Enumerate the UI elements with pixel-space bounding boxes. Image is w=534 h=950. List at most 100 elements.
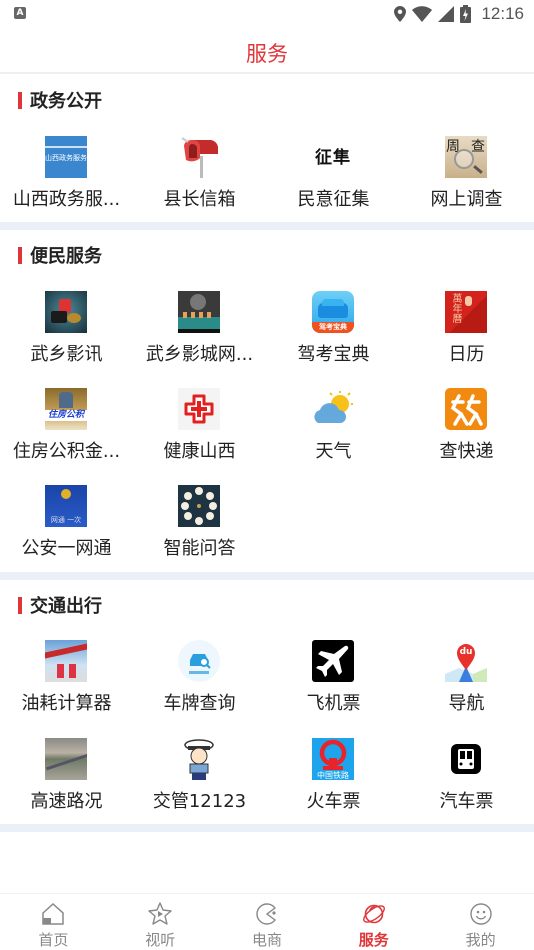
service-item-cinema[interactable]: 武乡影城网... xyxy=(133,291,266,375)
section-title: 交通出行 xyxy=(30,596,102,617)
item-label: 导航 xyxy=(448,693,485,714)
status-time: 12:16 xyxy=(481,4,524,23)
item-label: 车牌查询 xyxy=(163,693,236,714)
nav-video[interactable]: 视听 xyxy=(107,894,214,950)
section-divider xyxy=(0,572,534,580)
service-item-flight[interactable]: 飞机票 xyxy=(267,640,400,724)
express-tracking-icon xyxy=(445,388,487,430)
highway-icon xyxy=(45,738,87,780)
service-item-police[interactable]: 网通 一次 公安一网通 xyxy=(0,485,133,569)
map-navigation-icon: du xyxy=(445,640,487,682)
section-header-transport: 交通出行 xyxy=(18,594,102,617)
movie-news-icon xyxy=(45,291,87,333)
section-header-convenience: 便民服务 xyxy=(18,244,102,267)
online-survey-icon: 周 查 xyxy=(445,136,487,178)
nav-profile[interactable]: 我的 xyxy=(427,894,534,950)
driving-test-icon: 驾考宝典 xyxy=(312,291,354,333)
service-item-plate-query[interactable]: 车牌查询 xyxy=(133,640,266,724)
service-item-opinion[interactable]: 征隼 民意征集 xyxy=(267,136,400,220)
nav-home[interactable]: 首页 xyxy=(0,894,107,950)
item-label: 油耗计算器 xyxy=(21,693,112,714)
service-item-weather[interactable]: 天气 xyxy=(267,388,400,472)
item-label: 交管12123 xyxy=(152,791,247,812)
opinion-collection-icon: 征隼 xyxy=(315,148,351,168)
service-item-traffic-12123[interactable]: 交管12123 xyxy=(133,738,266,822)
bottom-nav: 首页 视听 电商 服务 我的 xyxy=(0,893,534,950)
service-item-navigation[interactable]: du 导航 xyxy=(400,640,533,724)
item-label: 网上调查 xyxy=(430,189,503,210)
service-item-shanxi-gov[interactable]: 山西政务服务 山西政务服... xyxy=(0,136,133,220)
smart-qa-icon xyxy=(178,485,220,527)
bus-icon xyxy=(445,738,487,780)
smiley-profile-icon xyxy=(469,903,492,925)
nav-label: 电商 xyxy=(251,931,282,949)
service-item-driving-test[interactable]: 驾考宝典 驾考宝典 xyxy=(267,291,400,375)
signal-icon xyxy=(438,6,455,22)
item-label: 山西政务服... xyxy=(12,189,121,210)
nav-shop[interactable]: 电商 xyxy=(214,894,321,950)
item-label: 武乡影讯 xyxy=(30,344,103,365)
item-label: 健康山西 xyxy=(163,441,236,462)
item-label: 天气 xyxy=(315,441,352,462)
section-divider xyxy=(0,824,534,832)
service-item-train[interactable]: 中国铁路 火车票 xyxy=(267,738,400,822)
item-label: 驾考宝典 xyxy=(297,344,370,365)
shanxi-gov-service-icon: 山西政务服务 xyxy=(45,136,87,178)
item-label: 武乡影城网... xyxy=(145,344,254,365)
item-label: 公安一网通 xyxy=(21,538,112,559)
wifi-icon xyxy=(412,6,433,22)
item-label: 查快递 xyxy=(439,441,494,462)
service-item-smart-qa[interactable]: 智能问答 xyxy=(133,485,266,569)
item-label: 住房公积金... xyxy=(12,441,121,462)
service-item-express[interactable]: 查快递 xyxy=(400,388,533,472)
location-icon xyxy=(394,6,407,22)
item-label: 高速路况 xyxy=(30,791,103,812)
traffic-police-icon xyxy=(178,738,220,780)
item-label: 火车票 xyxy=(306,791,361,812)
service-item-housing-fund[interactable]: 住房公积 住房公积金... xyxy=(0,388,133,472)
service-item-highway[interactable]: 高速路况 xyxy=(0,738,133,822)
service-item-calendar[interactable]: 萬年曆 日历 xyxy=(400,291,533,375)
section-accent-bar xyxy=(18,91,22,109)
cinema-icon xyxy=(178,291,220,333)
item-label: 飞机票 xyxy=(306,693,361,714)
health-cross-icon xyxy=(178,388,220,430)
section-accent-bar xyxy=(18,246,22,264)
nav-label: 首页 xyxy=(38,931,69,949)
item-label: 县长信箱 xyxy=(163,189,236,210)
service-item-fuel-calc[interactable]: 油耗计算器 xyxy=(0,640,133,724)
service-item-bus[interactable]: 汽车票 xyxy=(400,738,533,822)
service-item-movie-news[interactable]: 武乡影讯 xyxy=(0,291,133,375)
status-icons: 12:16 xyxy=(394,3,524,25)
calendar-icon: 萬年曆 xyxy=(445,291,487,333)
title-bar: 服务 xyxy=(0,28,534,74)
police-badge-icon: 网通 一次 xyxy=(45,485,87,527)
airplane-icon xyxy=(312,640,354,682)
section-title: 政务公开 xyxy=(30,91,102,112)
item-label: 民意征集 xyxy=(297,189,370,210)
shop-pacman-icon xyxy=(256,903,276,925)
nav-label: 服务 xyxy=(358,931,389,949)
video-star-icon xyxy=(148,902,172,925)
service-item-survey[interactable]: 周 查 网上调查 xyxy=(400,136,533,220)
section-title: 便民服务 xyxy=(30,246,102,267)
section-divider xyxy=(0,222,534,230)
nav-service[interactable]: 服务 xyxy=(320,894,427,950)
mailbox-icon xyxy=(178,136,220,178)
plate-query-icon xyxy=(178,640,220,682)
item-label: 汽车票 xyxy=(439,791,494,812)
service-item-health[interactable]: 健康山西 xyxy=(133,388,266,472)
nav-label: 我的 xyxy=(465,931,496,949)
item-label: 智能问答 xyxy=(163,538,236,559)
section-accent-bar xyxy=(18,596,22,614)
nav-label: 视听 xyxy=(145,931,176,949)
service-item-mailbox[interactable]: 县长信箱 xyxy=(133,136,266,220)
page-title: 服务 xyxy=(246,42,288,66)
railway-icon: 中国铁路 xyxy=(312,738,354,780)
housing-fund-icon: 住房公积 xyxy=(45,388,87,430)
weather-icon xyxy=(312,388,354,430)
battery-charging-icon xyxy=(460,5,472,23)
section-header-gov: 政务公开 xyxy=(18,89,102,112)
a11y-notification-icon: A xyxy=(14,7,26,19)
gas-station-icon xyxy=(45,640,87,682)
